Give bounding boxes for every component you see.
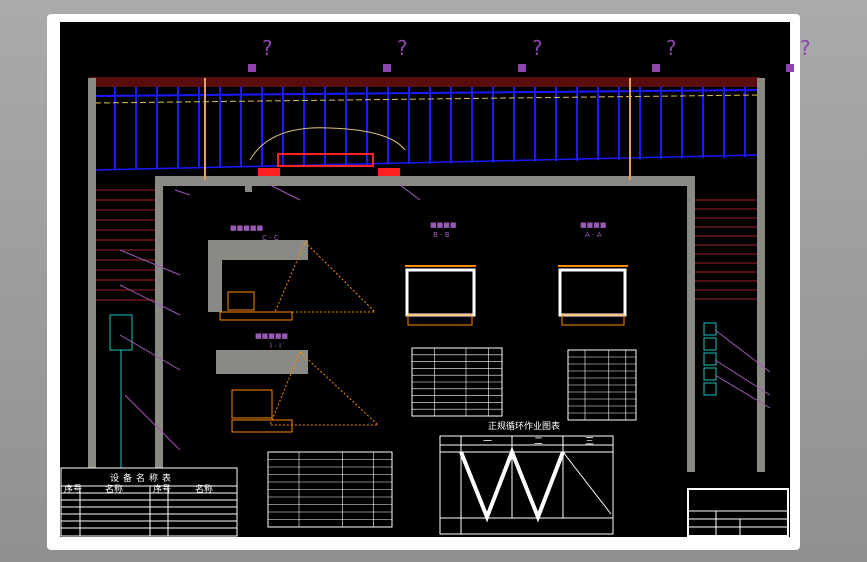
shift-label: 二: [534, 437, 543, 447]
model-space: [60, 22, 790, 537]
roof-block: [208, 240, 308, 260]
section-title: ■■■■: [430, 221, 456, 229]
section-label: B - B: [433, 231, 450, 239]
section-title: ■■■■■: [255, 332, 288, 340]
shift-label: 一: [483, 437, 492, 447]
question-marker: ?: [800, 36, 811, 60]
section-label: I - I: [270, 342, 281, 350]
marker-block: [518, 64, 526, 72]
cad-drawing-canvas[interactable]: ????? ■■■■■ C - C ■■■■■ I - I ■■■■ B - B…: [0, 0, 867, 562]
equipment-table: 设备名称表 序号 名称 序号 名称: [60, 467, 238, 537]
table-header: 序号: [153, 483, 171, 495]
table-title: 设备名称表: [110, 472, 175, 484]
brick-roof-band: [90, 77, 760, 87]
marker-block: [383, 64, 391, 72]
shift-label: 三: [585, 437, 594, 447]
table-header: 名称: [105, 483, 123, 495]
marker-block: [652, 64, 660, 72]
question-marker: ?: [262, 36, 273, 60]
cad-viewer: ????? ■■■■■ C - C ■■■■■ I - I ■■■■ B - B…: [0, 0, 867, 562]
side-block: [208, 240, 222, 312]
section-title: ■■■■■: [230, 224, 263, 232]
section-title: ■■■■: [580, 221, 606, 229]
marker-block: [786, 64, 794, 72]
question-marker: ?: [666, 36, 677, 60]
table-header: 序号: [64, 483, 82, 495]
marker-block: [248, 64, 256, 72]
question-marker: ?: [397, 36, 408, 60]
section-label: A - A: [585, 231, 602, 239]
roof-block: [216, 350, 308, 374]
question-marker: ?: [532, 36, 543, 60]
chart-title: 正规循环作业图表: [488, 420, 560, 432]
left-wall: [88, 78, 96, 472]
right-wall: [757, 78, 765, 472]
table-header: 名称: [195, 483, 213, 495]
